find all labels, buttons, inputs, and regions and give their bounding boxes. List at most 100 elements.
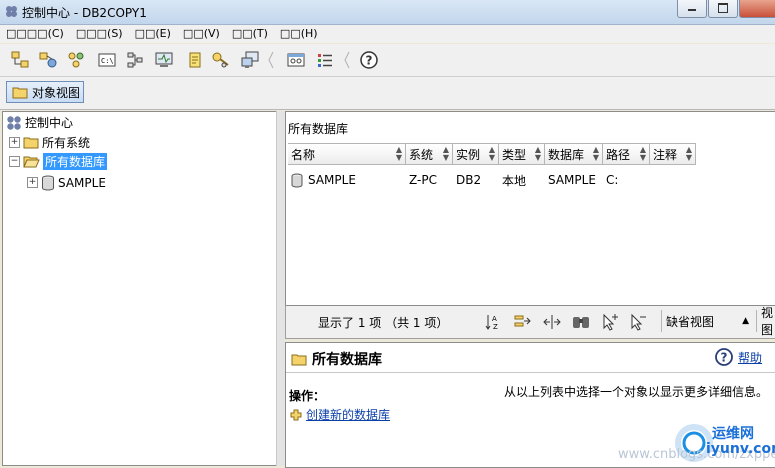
expand-toggle[interactable]: + bbox=[27, 177, 38, 188]
network-icon[interactable] bbox=[66, 50, 86, 70]
col-type[interactable]: 类型 ▲ ▼ bbox=[499, 144, 545, 164]
find-icon[interactable] bbox=[571, 312, 591, 332]
col-name[interactable]: 名称 ▲ ▼ bbox=[288, 144, 406, 164]
sort-icon: ▲ ▼ bbox=[685, 145, 692, 162]
sort-icon: ▲ ▼ bbox=[488, 145, 495, 162]
deselect-all-icon[interactable] bbox=[628, 312, 648, 332]
col-database[interactable]: 数据库 ▲ ▼ bbox=[545, 144, 603, 164]
toolbar-separator-2 bbox=[344, 51, 350, 69]
plus-icon bbox=[290, 409, 302, 420]
pane-splitter[interactable] bbox=[276, 111, 285, 466]
database-icon bbox=[42, 175, 54, 190]
sort-icon: ▲ ▼ bbox=[395, 145, 402, 162]
folder-icon bbox=[12, 87, 28, 98]
tree-item-all-systems[interactable]: + 所有系统 bbox=[9, 134, 90, 151]
column-customize-icon[interactable] bbox=[542, 312, 562, 332]
select-all-icon[interactable] bbox=[600, 312, 620, 332]
menu-help[interactable]: □□(H) bbox=[280, 25, 324, 43]
item-count-text: 显示了 1 项 （共 1 项） bbox=[318, 316, 449, 330]
col-comment[interactable]: 注释 ▲ ▼ bbox=[650, 144, 696, 164]
create-database-link[interactable]: 创建新的数据库 bbox=[290, 406, 390, 423]
minimize-button[interactable] bbox=[677, 0, 707, 18]
folder-icon bbox=[23, 137, 39, 149]
cell-type: 本地 bbox=[502, 173, 527, 188]
tree-item-label: SAMPLE bbox=[58, 175, 106, 190]
col-path[interactable]: 路径 ▲ ▼ bbox=[603, 144, 650, 164]
caret-up-icon: ▲ bbox=[742, 316, 749, 326]
col-instance[interactable]: 实例 ▲ ▼ bbox=[453, 144, 499, 164]
tree-root[interactable]: 控制中心 bbox=[6, 114, 73, 131]
view-selector-value: 缺省视图 bbox=[666, 314, 715, 329]
operations-label: 操作： bbox=[289, 389, 326, 403]
sort-az-icon[interactable]: AZ bbox=[484, 312, 504, 332]
tools-settings-icon[interactable] bbox=[286, 50, 306, 70]
menu-tools[interactable]: □□(T) bbox=[232, 25, 274, 43]
object-tree: 控制中心 + 所有系统 − 所有数据库 + SAMPLE bbox=[2, 111, 277, 466]
svg-text:?: ? bbox=[721, 351, 728, 365]
control-center-icon bbox=[7, 115, 21, 130]
database-icon bbox=[291, 173, 303, 187]
svg-text:A: A bbox=[492, 315, 497, 323]
svg-text:C:\: C:\ bbox=[101, 57, 114, 65]
collapse-toggle[interactable]: − bbox=[9, 156, 20, 167]
table-header: 名称 ▲ ▼ 系统 ▲ ▼ 实例 ▲ ▼ 类型 ▲ ▼ 数据库 ▲ ▼ 路径 ▲ ▼ 注释 ▲ ▼ bbox=[288, 143, 696, 165]
cell-name: SAMPLE bbox=[308, 173, 356, 187]
watermark-logo-cn: 运维网 bbox=[712, 426, 754, 442]
journal-icon[interactable] bbox=[185, 50, 205, 70]
cell-instance: DB2 bbox=[456, 173, 482, 187]
details-title: 所有数据库 bbox=[291, 349, 382, 369]
control-center-icon bbox=[6, 6, 17, 17]
command-editor-icon[interactable]: C:\ bbox=[97, 50, 117, 70]
view-toolbar: 对象视图 bbox=[0, 77, 775, 110]
maximize-button[interactable] bbox=[708, 0, 738, 18]
view-button-label: 视图 bbox=[761, 306, 774, 337]
table-row[interactable]: SAMPLE Z-PC DB2 本地 SAMPLE C: bbox=[288, 171, 696, 189]
expand-toggle[interactable]: + bbox=[9, 137, 20, 148]
connect-icon[interactable] bbox=[38, 50, 58, 70]
task-center-icon[interactable] bbox=[125, 50, 145, 70]
tree-item-all-databases[interactable]: − 所有数据库 bbox=[9, 153, 108, 170]
view-selector[interactable]: 缺省视图 ▲ bbox=[661, 310, 753, 332]
license-icon[interactable] bbox=[211, 50, 231, 70]
menu-bar: □□□□(C) □□□(S) □□(E) □□(V) □□(T) □□(H) bbox=[0, 25, 775, 43]
toolbar-separator bbox=[268, 51, 274, 69]
folder-icon bbox=[291, 354, 307, 365]
legend-icon[interactable] bbox=[315, 50, 335, 70]
tree-root-label: 控制中心 bbox=[25, 116, 74, 130]
cell-system: Z-PC bbox=[409, 173, 437, 187]
create-database-label: 创建新的数据库 bbox=[306, 408, 391, 422]
cell-database: SAMPLE bbox=[548, 173, 596, 187]
details-title-text: 所有数据库 bbox=[312, 352, 382, 368]
menu-control-center[interactable]: □□□□(C) bbox=[6, 25, 70, 43]
menu-edit[interactable]: □□(E) bbox=[135, 25, 177, 43]
svg-text:?: ? bbox=[366, 54, 373, 68]
watermark-logo-en: iyunv.com bbox=[706, 441, 775, 457]
contents-pane-title: 所有数据库 bbox=[288, 122, 349, 136]
close-button[interactable] bbox=[739, 0, 775, 18]
tree-item-label: 所有数据库 bbox=[43, 153, 108, 170]
title-bar: 控制中心 - DB2COPY1 bbox=[0, 0, 775, 25]
svg-text:Z: Z bbox=[493, 323, 498, 331]
system-objects-icon[interactable] bbox=[10, 50, 30, 70]
object-view-label: 对象视图 bbox=[32, 85, 81, 100]
cell-path: C: bbox=[606, 173, 619, 187]
sort-icon: ▲ ▼ bbox=[592, 145, 599, 162]
tree-item-sample[interactable]: + SAMPLE bbox=[27, 174, 106, 191]
menu-selected[interactable]: □□□(S) bbox=[76, 25, 129, 43]
replication-icon[interactable] bbox=[240, 50, 260, 70]
tree-item-label: 所有系统 bbox=[42, 136, 91, 150]
view-button[interactable]: 视图 bbox=[756, 306, 775, 337]
sort-icon: ▲ ▼ bbox=[442, 145, 449, 162]
col-system[interactable]: 系统 ▲ ▼ bbox=[406, 144, 453, 164]
filter-icon[interactable] bbox=[513, 312, 533, 332]
help-link[interactable]: ? 帮助 bbox=[714, 347, 762, 367]
sort-icon: ▲ ▼ bbox=[534, 145, 541, 162]
main-toolbar: C:\ ? bbox=[0, 44, 775, 77]
object-view-button[interactable]: 对象视图 bbox=[6, 81, 84, 103]
window-title: 控制中心 - DB2COPY1 bbox=[22, 6, 147, 20]
help-label: 帮助 bbox=[738, 350, 763, 365]
menu-view[interactable]: □□(V) bbox=[183, 25, 226, 43]
health-center-icon[interactable] bbox=[154, 50, 174, 70]
help-icon[interactable]: ? bbox=[359, 50, 379, 70]
help-icon: ? bbox=[715, 348, 733, 366]
